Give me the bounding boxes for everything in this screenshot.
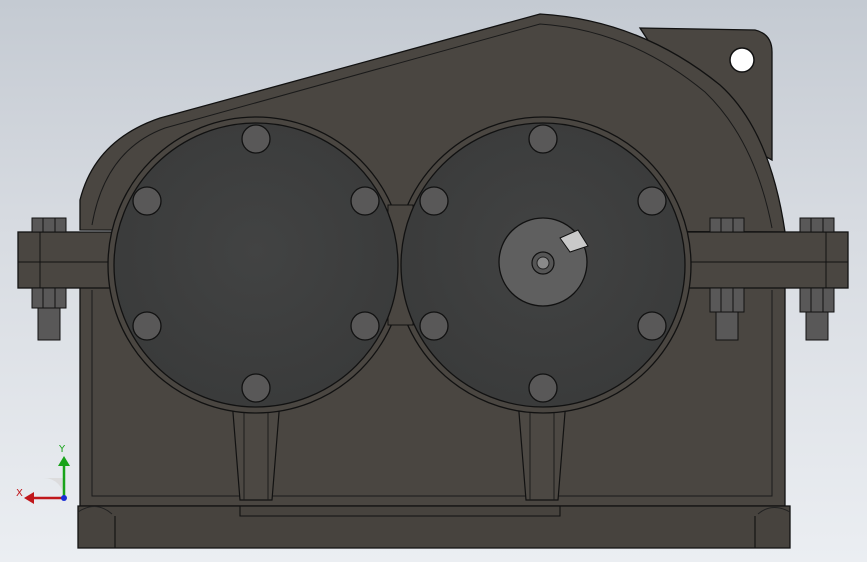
axis-z-dot bbox=[61, 495, 67, 501]
output-shaft[interactable] bbox=[498, 217, 589, 307]
lifting-lug-hole bbox=[729, 47, 755, 73]
axis-y-arrow bbox=[58, 456, 70, 466]
graphics-viewport[interactable]: Y X bbox=[0, 0, 867, 562]
axis-x-arrow bbox=[24, 492, 34, 504]
axis-triad: Y X bbox=[16, 444, 70, 504]
housing-rib-left bbox=[231, 399, 281, 501]
gearbox-model[interactable] bbox=[0, 0, 867, 562]
axis-y-label: Y bbox=[58, 444, 66, 455]
housing-base bbox=[77, 505, 791, 549]
bearing-cover-left[interactable] bbox=[113, 122, 399, 408]
housing-rib-right bbox=[517, 399, 567, 501]
axis-x-label: X bbox=[16, 488, 23, 499]
